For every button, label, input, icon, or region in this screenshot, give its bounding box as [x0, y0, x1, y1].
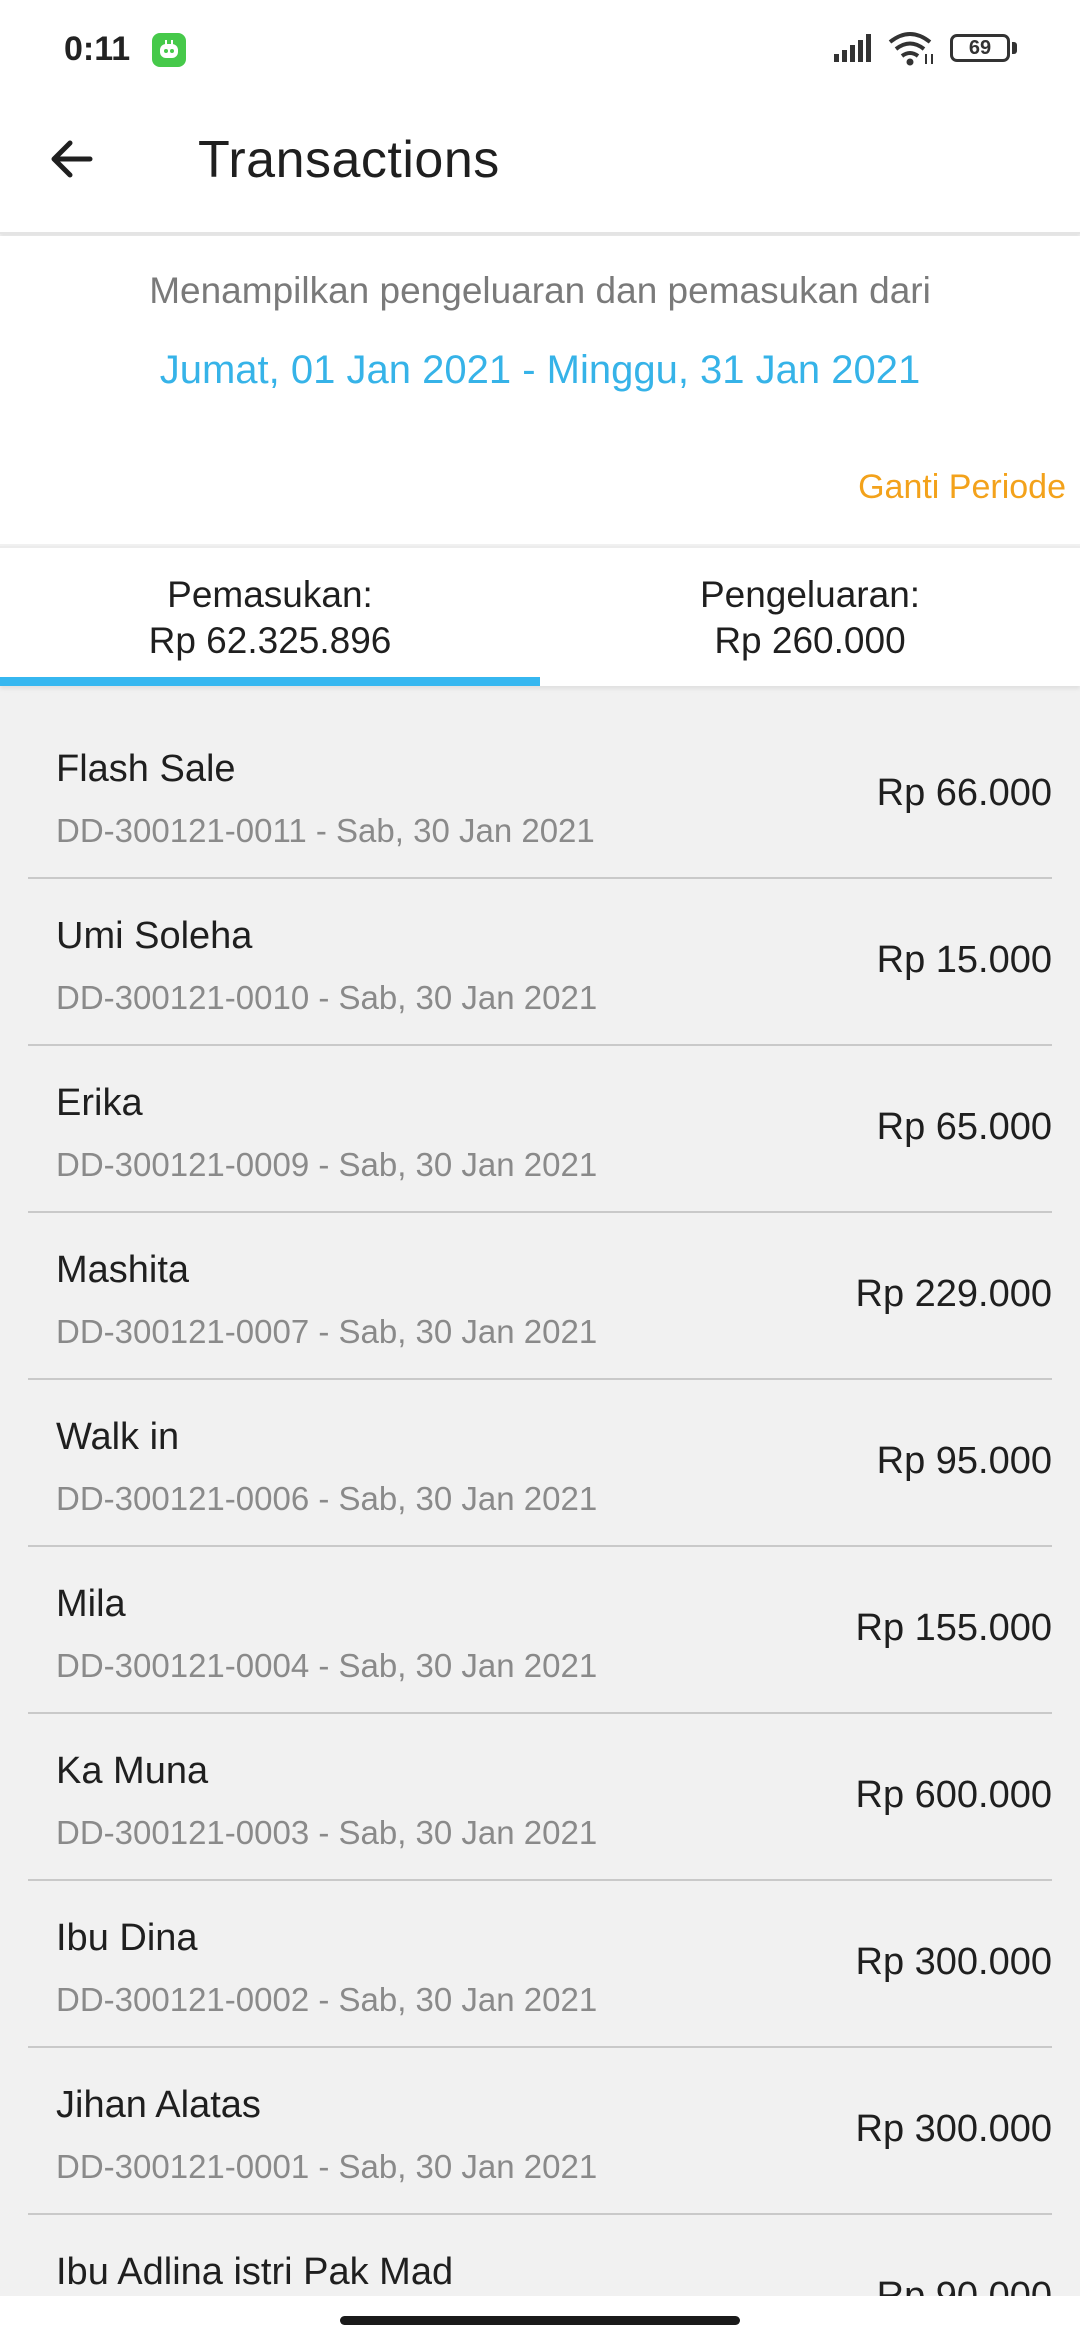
transaction-amount: Rp 600.000 [855, 1774, 1053, 1816]
status-bar: 0:11 69 [0, 0, 1080, 100]
period-range[interactable]: Jumat, 01 Jan 2021 - Minggu, 31 Jan 2021 [0, 348, 1080, 393]
navigation-bar [0, 2296, 1080, 2340]
transaction-meta: DD-300121-0002 - Sab, 30 Jan 2021 [56, 1981, 598, 2018]
transaction-amount: Rp 65.000 [876, 1106, 1052, 1148]
app-bar: Transactions [0, 100, 1080, 234]
page-title: Transactions [198, 131, 500, 189]
transaction-meta: DD-300121-0009 - Sab, 30 Jan 2021 [56, 1146, 598, 1183]
home-indicator[interactable] [340, 2316, 740, 2325]
transaction-meta: DD-300121-0011 - Sab, 30 Jan 2021 [56, 812, 595, 849]
list-item[interactable]: Flash Sale DD-300121-0011 - Sab, 30 Jan … [28, 712, 1052, 879]
tab-indicator [0, 677, 540, 686]
transaction-amount: Rp 15.000 [876, 939, 1052, 981]
tab-bar: Pemasukan: Rp 62.325.896 Pengeluaran: Rp… [0, 546, 1080, 686]
transaction-amount: Rp 300.000 [855, 1941, 1053, 1983]
transaction-name: Mila [56, 1583, 126, 1625]
transaction-name: Walk in [56, 1416, 180, 1458]
list-item[interactable]: Ka Muna DD-300121-0003 - Sab, 30 Jan 202… [28, 1714, 1052, 1881]
app-notification-icon [152, 33, 186, 67]
transaction-amount: Rp 155.000 [855, 1607, 1053, 1649]
list-item[interactable]: Ibu Dina DD-300121-0002 - Sab, 30 Jan 20… [28, 1881, 1052, 2048]
transaction-name: Umi Soleha [56, 915, 253, 957]
transaction-meta: DD-300121-0006 - Sab, 30 Jan 2021 [56, 1480, 598, 1517]
transaction-meta: DD-300121-0007 - Sab, 30 Jan 2021 [56, 1313, 598, 1350]
arrow-left-icon [51, 140, 93, 178]
transaction-amount: Rp 300.000 [855, 2108, 1053, 2150]
list-item[interactable]: Mila DD-300121-0004 - Sab, 30 Jan 2021 R… [28, 1547, 1052, 1714]
transaction-name: Flash Sale [56, 748, 236, 790]
battery-tip [1012, 42, 1017, 54]
transaction-name: Ibu Adlina istri Pak Mad [56, 2251, 454, 2293]
wifi-icon [888, 30, 936, 71]
transaction-name: Ka Muna [56, 1750, 209, 1792]
transaction-name: Ibu Dina [56, 1917, 198, 1959]
transaction-name: Erika [56, 1082, 143, 1124]
transaction-meta: DD-300121-0010 - Sab, 30 Jan 2021 [56, 979, 598, 1016]
transaction-meta: DD-300121-0001 - Sab, 30 Jan 2021 [56, 2148, 598, 2185]
transaction-amount: Rp 95.000 [876, 1440, 1052, 1482]
tab-income-label: Pemasukan: [167, 574, 373, 615]
battery-icon: 69 [950, 34, 1010, 62]
list-item[interactable]: Jihan Alatas DD-300121-0001 - Sab, 30 Ja… [28, 2048, 1052, 2215]
period-description: Menampilkan pengeluaran dan pemasukan da… [149, 270, 931, 311]
status-time: 0:11 [64, 30, 131, 68]
list-item[interactable]: Mashita DD-300121-0007 - Sab, 30 Jan 202… [28, 1213, 1052, 1380]
signal-icon [834, 34, 876, 67]
tab-income[interactable]: Pemasukan: Rp 62.325.896 [0, 548, 540, 688]
tab-expense[interactable]: Pengeluaran: Rp 260.000 [540, 548, 1080, 688]
transaction-name: Mashita [56, 1249, 190, 1291]
tab-expense-label: Pengeluaran: [699, 574, 921, 615]
change-period-button[interactable]: Ganti Periode [858, 468, 1066, 507]
transaction-name: Jihan Alatas [56, 2084, 261, 2126]
list-item[interactable]: Walk in DD-300121-0006 - Sab, 30 Jan 202… [28, 1380, 1052, 1547]
tab-income-amount: Rp 62.325.896 [148, 620, 392, 661]
screen: 0:11 69 Transactions Menampilkan pengelu… [0, 0, 1080, 2340]
list-item[interactable]: Umi Soleha DD-300121-0010 - Sab, 30 Jan … [28, 879, 1052, 1046]
back-button[interactable] [36, 124, 106, 194]
transaction-meta: DD-300121-0004 - Sab, 30 Jan 2021 [56, 1647, 598, 1684]
transaction-meta: DD-300121-0003 - Sab, 30 Jan 2021 [56, 1814, 598, 1851]
transaction-amount: Rp 66.000 [876, 772, 1052, 814]
transaction-list: Flash Sale DD-300121-0011 - Sab, 30 Jan … [0, 712, 1080, 2340]
list-item[interactable]: Erika DD-300121-0009 - Sab, 30 Jan 2021 … [28, 1046, 1052, 1213]
period-section: Menampilkan pengeluaran dan pemasukan da… [0, 236, 1080, 544]
tab-expense-amount: Rp 260.000 [714, 620, 906, 661]
transaction-amount: Rp 229.000 [855, 1273, 1053, 1315]
